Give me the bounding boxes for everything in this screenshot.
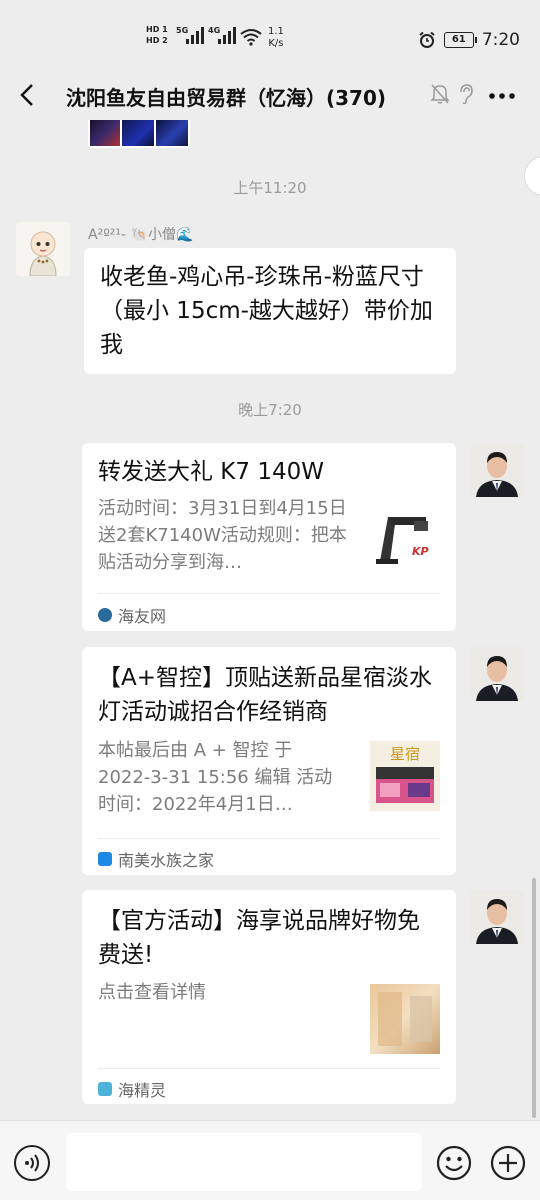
plus-circle-icon (490, 1145, 526, 1181)
battery-indicator: 61 (443, 32, 477, 48)
voice-icon (25, 1154, 39, 1172)
chat-title[interactable]: 沈阳鱼友自由贸易群（忆海）(370) (66, 82, 386, 111)
signal-1-icon (186, 26, 204, 48)
status-bar: HD 1 HD 2 5G 4G 1.1 K/s 61 7:20 (0, 0, 540, 70)
person-avatar-icon (470, 890, 524, 944)
speed-value: 1.1 (268, 26, 284, 37)
card-title: 【A+智控】顶贴送新品星宿淡水灯活动诚招合作经销商 (98, 665, 433, 725)
emoji-icon (436, 1145, 472, 1181)
card-thumbnail: 星宿 (370, 741, 440, 811)
network-speed: 1.1 K/s (268, 26, 284, 50)
sim2-label: HD 2 (146, 36, 168, 45)
person-avatar-icon (470, 443, 524, 497)
card-description: 点击查看详情 (98, 982, 206, 1003)
signal-2-icon (218, 26, 236, 48)
card-source-name: 海精灵 (118, 1081, 167, 1100)
card-description: 本帖最后由 A + 智控 于 2022-3-31 15:56 编辑 活动时间：2… (98, 740, 333, 815)
card-title: 【官方活动】海享说品牌好物免费送! (98, 908, 420, 968)
card-source-name: 南美水族之家 (118, 851, 215, 870)
card-source: 海友网 (98, 603, 166, 627)
bell-off-icon (430, 84, 450, 104)
my-avatar[interactable] (470, 890, 524, 944)
lamp-product-icon: KP (370, 503, 440, 573)
more-functions-button[interactable] (490, 1145, 526, 1181)
card-divider (98, 593, 440, 594)
blurred-image-icon (370, 984, 440, 1054)
person-avatar-icon (470, 647, 524, 701)
text-message-bubble[interactable]: 收老鱼-鸡心吊-珍珠吊-粉蓝尺寸（最小 15cm-越大越好）带价加我 (84, 248, 456, 374)
link-card[interactable]: 【官方活动】海享说品牌好物免费送! 点击查看详情 海精灵 (82, 890, 456, 1104)
card-title: 转发送大礼 K7 140W (98, 459, 324, 485)
back-button[interactable] (16, 82, 38, 108)
lamp-poster-icon: 星宿 (370, 741, 440, 811)
my-avatar[interactable] (470, 443, 524, 497)
card-divider (98, 838, 440, 839)
chat-header: 沈阳鱼友自由贸易群（忆海）(370) (0, 70, 540, 120)
sim-indicators: HD 1 HD 2 (146, 24, 168, 46)
timestamp: 晚上7:20 (238, 401, 302, 419)
timestamp: 上午11:20 (233, 179, 307, 197)
card-source: 海精灵 (98, 1077, 166, 1101)
wifi-icon (240, 29, 262, 46)
more-dots-icon[interactable] (488, 92, 516, 100)
link-card[interactable]: 转发送大礼 K7 140W 活动时间：3月31日到4月15日送2套K7140W活… (82, 443, 456, 631)
message-input[interactable] (66, 1133, 422, 1191)
clock: 7:20 (481, 30, 520, 50)
chevron-left-icon (20, 84, 33, 106)
source-logo-icon (98, 608, 112, 622)
card-thumbnail (370, 984, 440, 1054)
card-thumbnail: KP (370, 503, 440, 573)
thumb-label: KP (412, 545, 429, 558)
source-logo-icon (98, 852, 112, 866)
sender-name: A²º²¹- 🐚小僧🌊 (88, 227, 194, 243)
card-description: 活动时间：3月31日到4月15日送2套K7140W活动规则：把本贴活动分享到海… (98, 498, 347, 573)
speed-unit: K/s (268, 38, 284, 49)
ear-icon (460, 84, 473, 105)
source-logo-icon (98, 1082, 112, 1096)
link-card[interactable]: 【A+智控】顶贴送新品星宿淡水灯活动诚招合作经销商 本帖最后由 A + 智控 于… (82, 647, 456, 875)
sender-avatar[interactable] (16, 222, 70, 276)
my-avatar[interactable] (470, 647, 524, 701)
card-divider (98, 1068, 440, 1069)
card-source: 南美水族之家 (98, 847, 214, 871)
card-source-name: 海友网 (118, 607, 167, 626)
scrollbar[interactable] (532, 878, 536, 1118)
previous-image-message[interactable] (88, 120, 190, 148)
voice-button[interactable] (14, 1145, 50, 1181)
thumb-label: 星宿 (390, 745, 420, 763)
sim1-label: HD 1 (146, 25, 168, 34)
input-bar (0, 1120, 540, 1200)
emoji-button[interactable] (436, 1145, 472, 1181)
monk-avatar-icon (16, 222, 70, 276)
alarm-icon (419, 31, 435, 48)
